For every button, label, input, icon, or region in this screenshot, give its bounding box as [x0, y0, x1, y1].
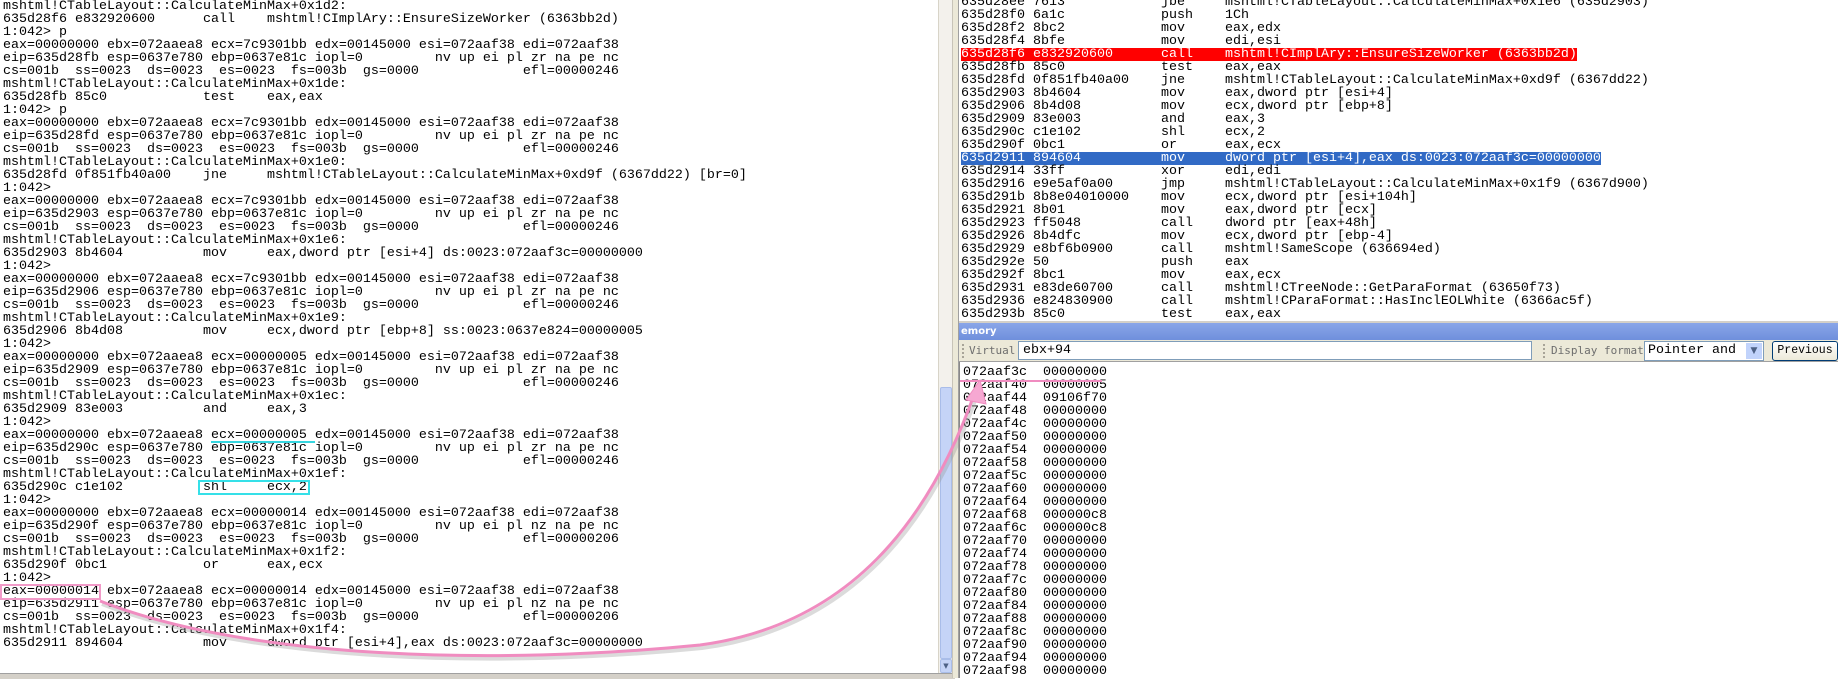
command-output-line: 635d2903 8b4604 mov eax,dword ptr [esi+4… [3, 246, 643, 261]
pane-splitter[interactable] [952, 0, 959, 678]
disasm-operands: mshtml!CTableLayout::CalculateMinMax+0x1… [1224, 0, 1649, 10]
memory-row[interactable]: 072aaf98 00000000 [963, 665, 1107, 678]
toolbar-grip-icon [962, 344, 966, 358]
command-vertical-scrollbar[interactable]: ▼ [938, 0, 953, 673]
disasm-operands: dword ptr [esi+4],eax ds:0023:072aaf3c=0… [1224, 151, 1601, 166]
scroll-down-arrow-icon[interactable]: ▼ [940, 659, 952, 673]
display-format-label: Display format: [1551, 344, 1651, 357]
disassembly-pane[interactable]: 635d28ee 7613 jbe mshtml!CTableLayout::C… [959, 0, 1838, 321]
command-output-pane[interactable]: mshtml!CTableLayout::CalculateMinMax+0x1… [0, 0, 938, 673]
disasm-row[interactable]: 635d293b 85c0 test eax,eax [961, 308, 1281, 321]
command-output-line: 635d28f6 e832920600 call mshtml!CImplAry… [3, 12, 619, 27]
toolbar-grip-icon [1543, 344, 1547, 358]
disasm-operands: mshtml!SameScope (636694ed) [1224, 242, 1441, 257]
display-format-value: Pointer and [1648, 343, 1736, 358]
memory-value: 00000000 [1042, 664, 1107, 678]
disasm-address: 635d293b [961, 307, 1033, 321]
previous-button[interactable]: Previous [1772, 341, 1838, 361]
disasm-mnemonic: test [1160, 307, 1225, 321]
disasm-operands: eax,eax [1224, 307, 1281, 321]
command-output-line: 635d2911 894604 mov dword ptr [esi+4],ea… [3, 636, 643, 651]
command-bottom-bar [0, 673, 955, 679]
memory-address: 072aaf98 [963, 664, 1043, 678]
display-format-select[interactable]: Pointer and ▼ [1644, 341, 1764, 361]
memory-window-title: emory [959, 323, 1838, 340]
virtual-address-input[interactable] [1018, 341, 1532, 360]
memory-toolbar: Virtual: Display format: Pointer and ▼ P… [959, 340, 1838, 362]
command-output-line: 635d28fd 0f851fb40a00 jne mshtml!CTableL… [3, 168, 747, 183]
memory-list[interactable]: 072aaf3c 00000000 072aaf40 00000005 072aaf… [959, 362, 1838, 678]
chevron-down-icon[interactable]: ▼ [1746, 343, 1762, 359]
virtual-label: Virtual: [969, 344, 1022, 357]
disasm-bytes: 85c0 [1032, 307, 1161, 321]
scrollbar-thumb[interactable] [940, 387, 952, 659]
command-output-line: 635d2906 8b4d08 mov ecx,dword ptr [ebp+8… [3, 324, 643, 339]
